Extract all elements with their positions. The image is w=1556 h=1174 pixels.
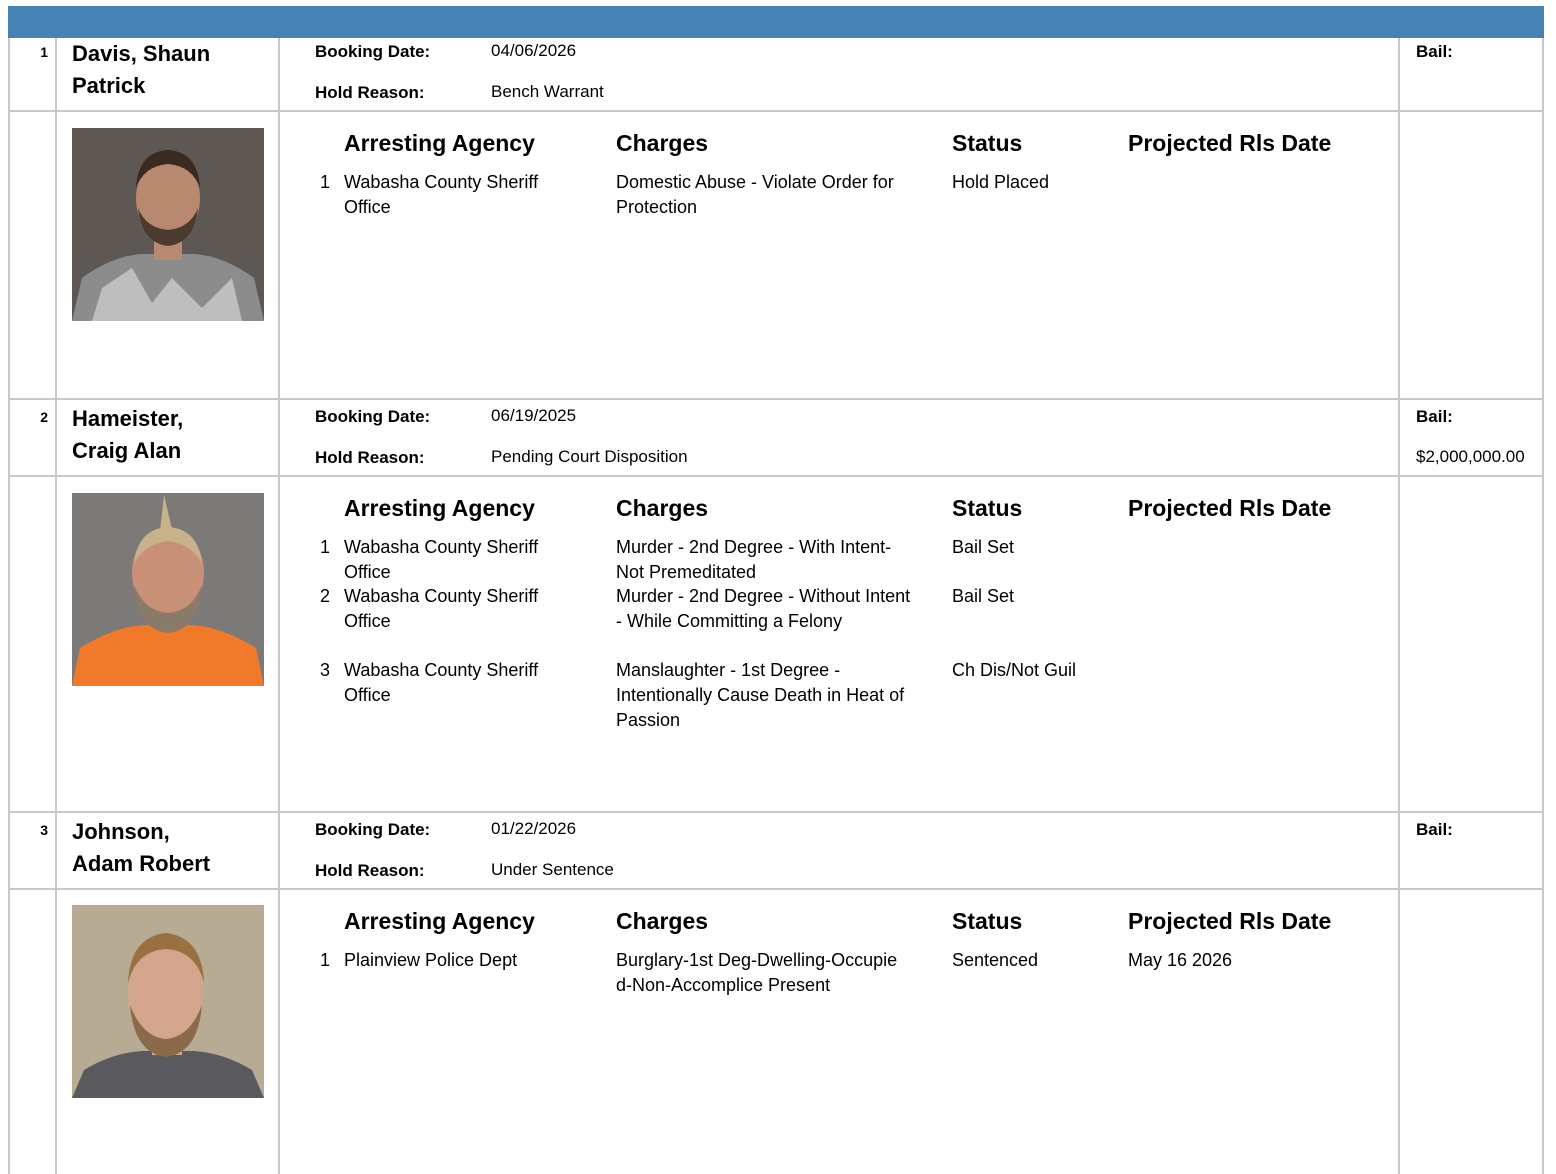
- column-header-projected-release: Projected Rls Date: [1128, 495, 1332, 521]
- booking-date-label: Booking Date:: [315, 820, 431, 839]
- row-number: 2: [40, 409, 48, 425]
- row-number: 1: [40, 44, 48, 60]
- booking-date-label: Booking Date:: [315, 42, 431, 61]
- charge-status: Sentenced: [952, 950, 1039, 970]
- charge-index: 1: [319, 950, 330, 970]
- column-header-arresting-agency: Arresting Agency: [344, 130, 535, 156]
- charge-index: 3: [319, 660, 330, 680]
- column-header-charges: Charges: [616, 495, 709, 521]
- booking-date-value: 01/22/2026: [491, 819, 577, 838]
- hold-reason-label: Hold Reason:: [315, 448, 425, 467]
- mugshot-photo[interactable]: [72, 905, 264, 1098]
- hold-reason-label: Hold Reason:: [315, 861, 425, 880]
- charge-description: Burglary-1st Deg-Dwelling-Occupied-Non-A…: [616, 950, 898, 995]
- inmate-name[interactable]: Johnson, Adam Robert: [72, 816, 232, 880]
- bail-label: Bail:: [1416, 407, 1453, 426]
- bail-label: Bail:: [1416, 42, 1453, 61]
- charge-agency: Wabasha County Sheriff Office: [344, 586, 539, 631]
- charge-status: Bail Set: [952, 586, 1015, 606]
- charge-status: Bail Set: [952, 537, 1015, 557]
- hold-reason-value: Bench Warrant: [491, 82, 604, 101]
- column-header-charges: Charges: [616, 130, 709, 156]
- column-header-arresting-agency: Arresting Agency: [344, 908, 535, 934]
- bail-value: $2,000,000.00: [1416, 447, 1525, 466]
- mugshot-photo[interactable]: [72, 128, 264, 321]
- inmate-name[interactable]: Hameister, Craig Alan: [72, 403, 222, 467]
- charge-status: Ch Dis/Not Guil: [952, 660, 1077, 680]
- bail-label: Bail:: [1416, 820, 1453, 839]
- column-header-projected-release: Projected Rls Date: [1128, 908, 1332, 934]
- booking-date-label: Booking Date:: [315, 407, 431, 426]
- column-header-status: Status: [952, 130, 1023, 156]
- charge-index: 1: [319, 537, 330, 557]
- booking-date-value: 06/19/2025: [491, 406, 577, 425]
- charge-index: 2: [319, 586, 330, 606]
- charge-agency: Plainview Police Dept: [344, 950, 518, 970]
- column-header-arresting-agency: Arresting Agency: [344, 495, 535, 521]
- mugshot-photo[interactable]: [72, 493, 264, 686]
- charge-status: Hold Placed: [952, 172, 1050, 192]
- column-header-status: Status: [952, 495, 1023, 521]
- charge-description: Domestic Abuse - Violate Order for Prote…: [616, 172, 894, 217]
- row-number: 3: [40, 822, 48, 838]
- charge-description: Murder - 2nd Degree - With Intent-Not Pr…: [616, 537, 892, 582]
- charge-index: 1: [319, 172, 330, 192]
- inmate-roster-table: 1 Davis, Shaun Patrick Booking Date: 04/…: [8, 38, 1544, 1174]
- inmate-name[interactable]: Davis, Shaun Patrick: [72, 38, 272, 102]
- booking-date-value: 04/06/2026: [491, 41, 577, 60]
- charge-agency: Wabasha County Sheriff Office: [344, 660, 539, 705]
- charge-release-date: May 16 2026: [1128, 950, 1233, 970]
- column-header-status: Status: [952, 908, 1023, 934]
- hold-reason-label: Hold Reason:: [315, 83, 425, 102]
- hold-reason-value: Pending Court Disposition: [491, 447, 688, 466]
- hold-reason-value: Under Sentence: [491, 860, 614, 879]
- column-header-charges: Charges: [616, 908, 709, 934]
- charge-agency: Wabasha County Sheriff Office: [344, 172, 539, 217]
- column-header-projected-release: Projected Rls Date: [1128, 130, 1332, 156]
- table-header-bar: [8, 6, 1544, 38]
- charge-description: Manslaughter - 1st Degree - Intentionall…: [616, 660, 905, 730]
- charge-agency: Wabasha County Sheriff Office: [344, 537, 539, 582]
- charge-description: Murder - 2nd Degree - Without Intent - W…: [616, 586, 911, 631]
